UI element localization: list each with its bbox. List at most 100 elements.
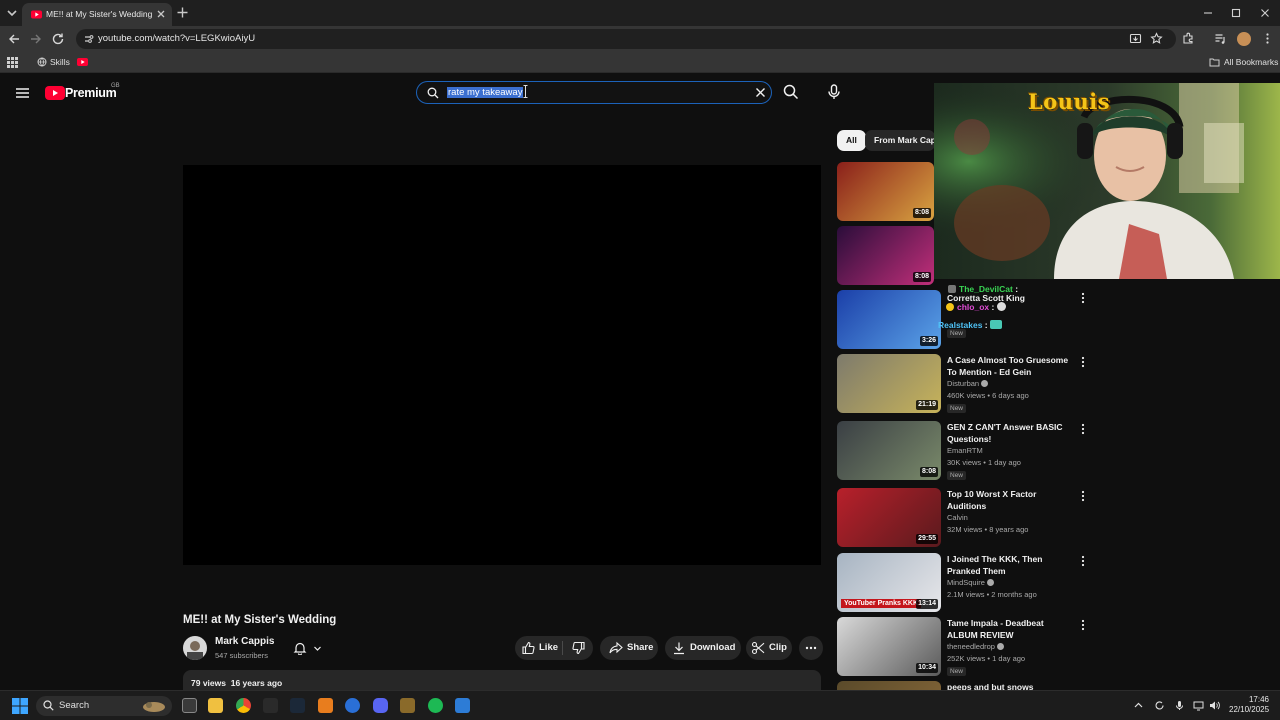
share-button[interactable]: Share — [600, 636, 658, 660]
search-icon — [43, 700, 54, 711]
recommendation-menu-kebab-icon[interactable] — [1079, 292, 1087, 304]
recommendation-item[interactable]: YouTuber Pranks KKK 13:14 I Joined The KKK… — [837, 553, 1087, 613]
search-button[interactable] — [783, 84, 799, 100]
video-thumbnail[interactable]: 8:08 — [837, 226, 934, 285]
reload-icon[interactable] — [51, 32, 65, 46]
video-thumbnail[interactable]: 21:19 — [837, 354, 941, 413]
video-thumbnail[interactable]: 3:26 — [837, 290, 941, 349]
video-thumbnail[interactable]: 8:08 — [837, 421, 941, 480]
video-thumbnail[interactable]: 29:55 — [837, 488, 941, 547]
microphone-tray-icon[interactable] — [1174, 700, 1185, 711]
video-title: ME!! at My Sister's Wedding — [183, 614, 337, 626]
recommendation-menu-kebab-icon[interactable] — [1079, 490, 1087, 502]
guide-menu-icon[interactable] — [15, 86, 30, 100]
all-bookmarks[interactable]: All Bookmarks — [1224, 57, 1278, 67]
recommendation-meta: 2.1M views • 2 months ago — [947, 590, 1037, 599]
recommendation-menu-kebab-icon[interactable] — [1079, 423, 1087, 435]
chip-from-channel[interactable]: From Mark Cappis — [865, 130, 935, 151]
tab-close-icon[interactable] — [155, 8, 167, 20]
recommendation-channel[interactable]: Calvin — [947, 513, 968, 522]
recommendation-item[interactable]: 21:19 A Case Almost Too Gruesome To Menti… — [837, 354, 1087, 414]
recommendation-channel[interactable]: theneedledrop — [947, 642, 1004, 651]
recommendation-title[interactable]: A Case Almost Too Gruesome To Mention - … — [947, 354, 1075, 378]
recommendation-title[interactable]: Tame Impala - Deadbeat ALBUM REVIEW — [947, 617, 1075, 641]
app-orange-icon[interactable] — [318, 698, 333, 713]
verified-check-icon — [986, 579, 994, 586]
minimize-window-icon[interactable] — [1201, 6, 1215, 20]
install-app-icon[interactable] — [1129, 32, 1142, 45]
new-tab-plus-icon[interactable] — [176, 6, 189, 19]
file-explorer-icon[interactable] — [208, 698, 223, 713]
video-player[interactable] — [183, 165, 821, 565]
profile-avatar[interactable] — [1237, 32, 1251, 46]
channel-avatar[interactable] — [183, 636, 207, 660]
taskbar-search-box[interactable]: Search — [36, 696, 172, 716]
app-window-icon[interactable] — [455, 698, 470, 713]
dislike-button-thumbs-down-icon[interactable] — [572, 641, 586, 655]
recommendation-menu-kebab-icon[interactable] — [1079, 555, 1087, 567]
terminal-icon[interactable] — [263, 698, 278, 713]
download-button[interactable]: Download — [665, 636, 741, 660]
bookmark-youtube-icon[interactable] — [77, 58, 88, 66]
globe-icon — [37, 57, 47, 67]
voice-search-mic-icon[interactable] — [826, 84, 842, 100]
bookmark-star-icon[interactable] — [1150, 32, 1163, 45]
task-view-icon[interactable] — [182, 698, 197, 713]
recommendation-channel[interactable]: EmanRTM — [947, 446, 983, 455]
windows-start-icon[interactable] — [12, 698, 28, 714]
browser-menu-kebab-icon[interactable] — [1261, 32, 1274, 45]
chrome-icon[interactable] — [236, 698, 251, 713]
browser-tab-active[interactable]: ME!! at My Sister's Wedding - YouTube — [22, 3, 172, 26]
sync-icon[interactable] — [1154, 700, 1165, 711]
spotify-icon[interactable] — [428, 698, 443, 713]
recommendation-item[interactable]: 8:08 — [837, 226, 934, 286]
steam-icon[interactable] — [290, 698, 305, 713]
recommendation-title[interactable]: Top 10 Worst X Factor Auditions — [947, 488, 1075, 512]
apps-grid-icon[interactable] — [7, 57, 18, 68]
volume-icon[interactable] — [1209, 700, 1220, 711]
site-info-icon[interactable] — [84, 34, 94, 44]
youtube-premium-wordmark[interactable]: Premium — [65, 86, 117, 100]
app-game-icon[interactable] — [400, 698, 415, 713]
recommendation-channel[interactable]: Disturban — [947, 379, 989, 388]
back-arrow-icon[interactable] — [7, 32, 21, 46]
chip-all[interactable]: All — [837, 130, 866, 151]
forward-arrow-icon[interactable] — [29, 32, 43, 46]
new-badge: New — [947, 667, 967, 676]
recommendation-title[interactable]: I Joined The KKK, Then Pranked Them — [947, 553, 1075, 577]
tray-clock[interactable]: 17:46 22/10/2025 — [1229, 695, 1269, 715]
maximize-window-icon[interactable] — [1229, 6, 1243, 20]
extensions-puzzle-icon[interactable] — [1182, 32, 1195, 45]
notification-bell-button[interactable] — [284, 636, 330, 660]
media-controls-icon[interactable] — [1214, 32, 1227, 45]
tray-chevron-up-icon[interactable] — [1133, 700, 1144, 711]
video-thumbnail[interactable]: 10:34 — [837, 617, 941, 676]
new-badge: New — [947, 471, 967, 480]
clear-search-icon[interactable] — [754, 86, 767, 99]
channel-name[interactable]: Mark Cappis — [215, 636, 274, 647]
network-icon[interactable] — [1193, 700, 1204, 711]
recommendation-item[interactable]: 10:34 Tame Impala - Deadbeat ALBUM REVIEW… — [837, 617, 1087, 677]
tab-search-chevron-icon[interactable] — [4, 5, 20, 21]
recommendation-menu-kebab-icon[interactable] — [1079, 619, 1087, 631]
recommendation-item[interactable]: 29:55 Top 10 Worst X Factor Auditions Calv… — [837, 488, 1087, 548]
recommendation-item[interactable]: 8:08 GEN Z CAN'T Answer BASIC Questions! E… — [837, 421, 1087, 481]
more-actions-button[interactable] — [799, 636, 823, 660]
clip-button[interactable]: Clip — [746, 636, 792, 660]
recommendation-title[interactable]: GEN Z CAN'T Answer BASIC Questions! — [947, 421, 1075, 445]
video-thumbnail[interactable]: 8:08 — [837, 162, 934, 221]
browser-tab-strip: ME!! at My Sister's Wedding - YouTube — [0, 0, 1280, 26]
app-blue-icon[interactable] — [345, 698, 360, 713]
youtube-logo-icon[interactable] — [45, 86, 65, 100]
chevron-down-icon — [313, 644, 322, 653]
bookmark-skills[interactable]: Skills — [50, 57, 70, 67]
video-thumbnail[interactable]: YouTuber Pranks KKK 13:14 — [837, 553, 941, 612]
new-badge: New — [947, 404, 967, 413]
recommendation-channel[interactable]: MindSquire — [947, 578, 994, 587]
recommendation-menu-kebab-icon[interactable] — [1079, 356, 1087, 368]
address-bar[interactable]: youtube.com/watch?v=LEGKwioAiyU — [76, 29, 1176, 49]
search-input[interactable]: rate my takeaway — [416, 81, 772, 104]
discord-icon[interactable] — [373, 698, 388, 713]
close-window-icon[interactable] — [1258, 6, 1272, 20]
recommendation-item[interactable]: 8:08 — [837, 162, 934, 222]
